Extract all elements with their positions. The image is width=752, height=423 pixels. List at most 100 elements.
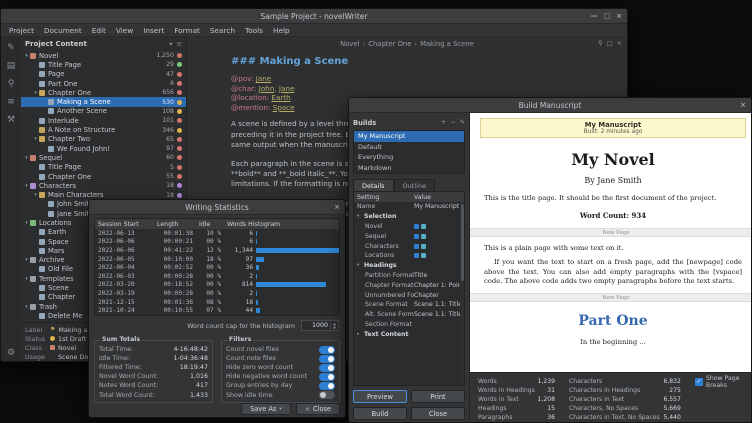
preview-button[interactable]: Preview bbox=[353, 390, 407, 403]
setting-scene-format[interactable]: Scene FormatScene 1.1: Title bbox=[354, 300, 464, 310]
outline-icon[interactable]: ≡ bbox=[7, 97, 15, 107]
column-header-session-start[interactable]: Session Start bbox=[95, 221, 151, 228]
stats-titlebar[interactable]: Writing Statistics × bbox=[89, 200, 345, 215]
remove-build-icon[interactable]: − bbox=[450, 119, 455, 126]
menu-project[interactable]: Project bbox=[4, 26, 39, 35]
setting-locations[interactable]: Locations bbox=[354, 251, 464, 261]
tree-item-title-page[interactable]: Title Page5 bbox=[21, 163, 186, 172]
toggle-hide-negative-word-count[interactable] bbox=[319, 373, 335, 381]
build-tools-icon[interactable]: ⚒ bbox=[7, 115, 15, 125]
tree-item-interlude[interactable]: Interlude101 bbox=[21, 116, 186, 125]
setting-headings[interactable]: ▾Headings bbox=[354, 261, 464, 271]
close-button[interactable]: Close bbox=[411, 407, 465, 420]
column-header-length[interactable]: Length bbox=[151, 221, 193, 228]
menu-view[interactable]: View bbox=[111, 26, 138, 35]
tab-details[interactable]: Details bbox=[353, 179, 394, 191]
build-item-everything[interactable]: Everything bbox=[354, 152, 464, 163]
manuscript-preview[interactable]: My Manuscript Built: 2 minutes ago My No… bbox=[470, 113, 752, 372]
breadcrumb-chapter-one[interactable]: Chapter One bbox=[368, 40, 411, 48]
breadcrumb-novel[interactable]: Novel bbox=[340, 40, 359, 48]
tag-reference[interactable]: Earth bbox=[271, 93, 290, 102]
tree-item-novel[interactable]: ▾Novel1,250 bbox=[21, 51, 186, 60]
tag-reference[interactable]: Jane bbox=[256, 74, 272, 83]
edit-build-icon[interactable]: ✎ bbox=[460, 119, 465, 126]
menu-search[interactable]: Search bbox=[205, 26, 240, 35]
build-button[interactable]: Build bbox=[353, 407, 407, 420]
stats-close-button[interactable]: × Close bbox=[296, 403, 340, 415]
close-icon[interactable]: × bbox=[616, 12, 622, 20]
tree-item-chapter-one[interactable]: Chapter One55 bbox=[21, 172, 186, 181]
sessions-table[interactable]: Session StartLengthIdleWords Histogram 2… bbox=[94, 218, 340, 316]
panel-menu-icon[interactable]: ≡ bbox=[177, 40, 182, 48]
add-build-icon[interactable]: + bbox=[441, 119, 446, 126]
tree-item-a-note-on-structure[interactable]: A Note on Structure346 bbox=[21, 125, 186, 134]
menu-edit[interactable]: Edit bbox=[87, 26, 111, 35]
tree-item-chapter-one[interactable]: ▾Chapter One656 bbox=[21, 88, 186, 97]
toggle-count-novel-files[interactable] bbox=[319, 346, 335, 354]
histogram-cap-spinner[interactable]: 1000 ▲ ▼ bbox=[301, 320, 339, 331]
print-button[interactable]: Print bbox=[411, 390, 465, 403]
spinner-buttons[interactable]: ▲ ▼ bbox=[330, 321, 338, 330]
build-settings-table[interactable]: SettingValue NameMy Manuscript▾Selection… bbox=[353, 191, 465, 386]
tree-item-another-scene[interactable]: Another Scene108 bbox=[21, 107, 186, 116]
tree-item-making-a-scene[interactable]: Making a Scene530 bbox=[21, 97, 186, 106]
spin-down-icon[interactable]: ▼ bbox=[333, 326, 336, 330]
tree-item-part-one[interactable]: Part One6 bbox=[21, 79, 186, 88]
setting-name[interactable]: NameMy Manuscript bbox=[354, 202, 464, 212]
show-page-breaks-checkbox[interactable]: ✓ bbox=[695, 378, 703, 386]
search-icon[interactable]: ⚲ bbox=[8, 79, 15, 89]
close-icon[interactable]: × bbox=[740, 101, 746, 109]
toggle-show-idle-time[interactable] bbox=[319, 391, 335, 399]
toggle-group-entries-by-day[interactable] bbox=[319, 382, 335, 390]
sort-icon[interactable]: ▾ bbox=[169, 40, 172, 48]
word-count: 1,344 bbox=[227, 247, 253, 254]
tag-reference[interactable]: John bbox=[259, 84, 275, 93]
column-header-words-histogram[interactable]: Words Histogram bbox=[221, 221, 339, 228]
doc-close-icon[interactable]: × bbox=[617, 40, 622, 47]
save-as-button[interactable]: Save As ▾ bbox=[241, 403, 291, 415]
setting-characters[interactable]: Characters bbox=[354, 241, 464, 251]
menu-format[interactable]: Format bbox=[169, 26, 205, 35]
tree-item-page[interactable]: Page47 bbox=[21, 70, 186, 79]
menu-insert[interactable]: Insert bbox=[138, 26, 169, 35]
build-item-my-manuscript[interactable]: My Manuscript bbox=[354, 131, 464, 142]
breadcrumb-making-a-scene[interactable]: Making a Scene bbox=[420, 40, 474, 48]
setting-text-content[interactable]: ▸Text Content bbox=[354, 329, 464, 339]
menu-help[interactable]: Help bbox=[268, 26, 295, 35]
setting-unnumbered-fo[interactable]: Unnumbered Fo...Chapter bbox=[354, 290, 464, 300]
build-item-default[interactable]: Default bbox=[354, 142, 464, 153]
main-titlebar[interactable]: Sample Project - novelWriter —□× bbox=[1, 9, 627, 24]
setting-selection[interactable]: ▾Selection bbox=[354, 212, 464, 222]
setting-section-format[interactable]: Section Format bbox=[354, 320, 464, 330]
settings-icon[interactable]: ⚙ bbox=[7, 348, 15, 358]
settings-scrollbar[interactable] bbox=[460, 202, 464, 385]
project-tree-icon[interactable]: ▤ bbox=[7, 61, 16, 71]
setting-partition-format[interactable]: Partition FormatTitle bbox=[354, 271, 464, 281]
toggle-hide-zero-word-count[interactable] bbox=[319, 364, 335, 372]
doc-maximize-icon[interactable]: □ bbox=[607, 40, 613, 47]
tree-item-we-found-john[interactable]: We Found John!97 bbox=[21, 144, 186, 153]
setting-novel[interactable]: Novel bbox=[354, 222, 464, 232]
show-page-breaks[interactable]: ✓ Show Page Breaks bbox=[695, 377, 752, 386]
doc-search-icon[interactable]: ⚲ bbox=[598, 40, 603, 47]
maximize-icon[interactable]: □ bbox=[604, 12, 611, 20]
build-item-markdown[interactable]: Markdown bbox=[354, 163, 464, 174]
setting-alt-scene-format[interactable]: Alt. Scene FormatScene 1.1: Title bbox=[354, 310, 464, 320]
close-icon[interactable]: × bbox=[334, 203, 340, 211]
tree-item-sequel[interactable]: ▾Sequel60 bbox=[21, 153, 186, 162]
tab-outline[interactable]: Outline bbox=[394, 179, 436, 191]
tag-reference[interactable]: Space bbox=[273, 103, 295, 112]
tree-item-title-page[interactable]: Title Page29 bbox=[21, 60, 186, 69]
setting-sequel[interactable]: Sequel bbox=[354, 231, 464, 241]
column-header-idle[interactable]: Idle bbox=[193, 221, 221, 228]
tree-item-characters[interactable]: ▾Characters18 bbox=[21, 181, 186, 190]
tag-reference[interactable]: Jane bbox=[279, 84, 295, 93]
tree-item-chapter-two[interactable]: ▾Chapter Two65 bbox=[21, 135, 186, 144]
menu-tools[interactable]: Tools bbox=[240, 26, 268, 35]
build-titlebar[interactable]: Build Manuscript × bbox=[349, 98, 751, 113]
setting-chapter-format[interactable]: Chapter FormatChapter 1: Point ... bbox=[354, 280, 464, 290]
menu-document[interactable]: Document bbox=[39, 26, 87, 35]
toggle-count-note-files[interactable] bbox=[319, 355, 335, 363]
edit-icon[interactable]: ✎ bbox=[7, 43, 15, 53]
minimize-icon[interactable]: — bbox=[591, 12, 598, 20]
